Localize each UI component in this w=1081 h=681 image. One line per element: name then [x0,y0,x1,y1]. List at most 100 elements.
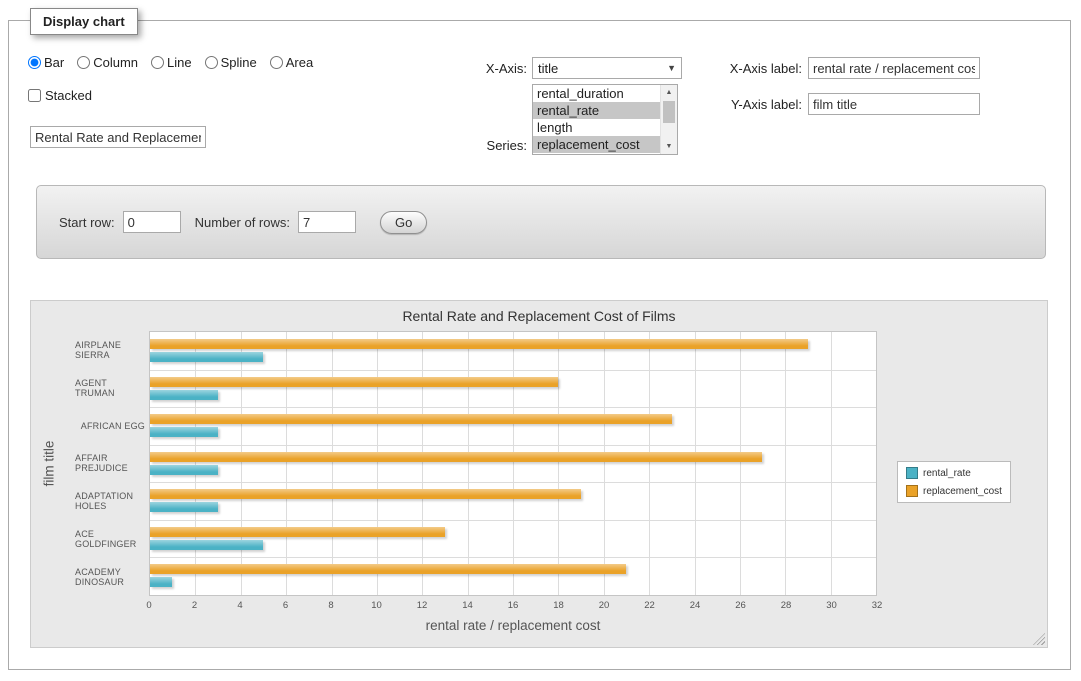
chart-type-label: Area [286,55,313,70]
x-tick-label: 16 [508,600,519,611]
vertical-gridline [558,332,559,595]
bar-replacement_cost-african-egg [150,414,672,424]
vertical-gridline [286,332,287,595]
x-tick-label: 8 [328,600,333,611]
bar-rental_rate-agent-truman [150,390,218,400]
series-scrollbar[interactable]: ▲ ▼ [660,85,677,154]
series-option-length[interactable]: length [533,119,660,136]
panel-title: Display chart [30,8,138,35]
y-axis-tick-labels: AIRPLANE SIERRAAGENT TRUMANAFRICAN EGGAF… [75,331,145,596]
chart-type-radio-area[interactable] [270,56,283,69]
display-chart-page: Display chart Bar Column Line Spline Area St… [0,0,1081,681]
x-tick-label: 0 [146,600,151,611]
x-tick-label: 10 [371,600,382,611]
chart-title-input[interactable] [30,126,206,148]
y-tick-label: AIRPLANE SIERRA [75,331,145,369]
bar-replacement_cost-agent-truman [150,377,558,387]
chart-title: Rental Rate and Replacement Cost of Film… [31,308,1047,324]
y-tick-label: ACE GOLDFINGER [75,520,145,558]
x-axis-select-label: X-Axis: [430,61,527,76]
num-rows-input[interactable] [298,211,356,233]
chart-type-option-spline[interactable]: Spline [205,55,257,70]
bar-replacement_cost-ace-goldfinger [150,527,445,537]
y-tick-label: ADAPTATION HOLES [75,482,145,520]
start-row-label: Start row: [59,215,115,230]
chart-type-radio-bar[interactable] [28,56,41,69]
legend-swatch [906,485,918,497]
series-listbox[interactable]: rental_durationrental_ratelengthreplacem… [532,84,678,155]
scroll-up-icon[interactable]: ▲ [661,85,677,100]
chevron-down-icon: ▼ [667,63,676,73]
chart-type-label: Bar [44,55,64,70]
bar-rental_rate-airplane-sierra [150,352,263,362]
horizontal-gridline [150,370,876,371]
chart-type-radio-spline[interactable] [205,56,218,69]
y-tick-label: AFRICAN EGG [75,407,145,445]
vertical-gridline [332,332,333,595]
bar-rental_rate-adaptation-holes [150,502,218,512]
x-axis-label-field-label: X-Axis label: [700,61,802,76]
vertical-gridline [695,332,696,595]
y-axis-label-field-label: Y-Axis label: [700,97,802,112]
chart-type-option-column[interactable]: Column [77,55,138,70]
vertical-gridline [649,332,650,595]
series-select-label: Series: [430,138,527,153]
scrollbar-thumb[interactable] [663,101,675,123]
x-tick-label: 14 [462,600,473,611]
chart-type-label: Column [93,55,138,70]
vertical-gridline [422,332,423,595]
chart-type-label: Line [167,55,192,70]
x-axis-title: rental rate / replacement cost [149,618,877,633]
chart-type-options: Bar Column Line Spline Area [28,55,313,70]
series-option-rental_duration[interactable]: rental_duration [533,85,660,102]
x-tick-label: 26 [735,600,746,611]
chart-type-radio-line[interactable] [151,56,164,69]
x-axis-selected-value: title [538,61,558,76]
legend-item-replacement_cost: replacement_cost [906,485,1002,497]
horizontal-gridline [150,445,876,446]
horizontal-gridline [150,520,876,521]
stacked-option[interactable]: Stacked [28,88,92,103]
num-rows-label: Number of rows: [195,215,290,230]
x-axis-label-input[interactable] [808,57,980,79]
plot-area [149,331,877,596]
bar-replacement_cost-academy-dinosaur [150,564,626,574]
chart-type-label: Spline [221,55,257,70]
y-tick-label: AGENT TRUMAN [75,369,145,407]
start-row-input[interactable] [123,211,181,233]
bar-rental_rate-african-egg [150,427,218,437]
y-tick-label: AFFAIR PREJUDICE [75,445,145,483]
horizontal-gridline [150,482,876,483]
y-axis-label-input[interactable] [808,93,980,115]
chart-type-option-line[interactable]: Line [151,55,192,70]
series-options: rental_durationrental_ratelengthreplacem… [533,85,660,153]
vertical-gridline [241,332,242,595]
x-tick-label: 32 [872,600,883,611]
x-tick-label: 22 [644,600,655,611]
x-tick-label: 12 [417,600,428,611]
bar-replacement_cost-airplane-sierra [150,339,808,349]
chart-type-radio-column[interactable] [77,56,90,69]
chart-type-option-bar[interactable]: Bar [28,55,64,70]
resize-handle-icon[interactable] [1033,633,1045,645]
x-tick-label: 4 [237,600,242,611]
bar-replacement_cost-affair-prejudice [150,452,762,462]
vertical-gridline [468,332,469,595]
legend-label: rental_rate [923,468,971,479]
scroll-down-icon[interactable]: ▼ [661,139,677,154]
x-tick-label: 18 [553,600,564,611]
go-button[interactable]: Go [380,211,427,234]
vertical-gridline [377,332,378,595]
stacked-checkbox[interactable] [28,89,41,102]
bar-rental_rate-ace-goldfinger [150,540,263,550]
x-tick-label: 20 [599,600,610,611]
horizontal-gridline [150,407,876,408]
x-tick-label: 2 [192,600,197,611]
chart-area: Rental Rate and Replacement Cost of Film… [30,300,1048,648]
x-axis-select[interactable]: title ▼ [532,57,682,79]
bar-rental_rate-academy-dinosaur [150,577,172,587]
legend-label: replacement_cost [923,486,1002,497]
series-option-rental_rate[interactable]: rental_rate [533,102,660,119]
series-option-replacement_cost[interactable]: replacement_cost [533,136,660,153]
chart-type-option-area[interactable]: Area [270,55,313,70]
